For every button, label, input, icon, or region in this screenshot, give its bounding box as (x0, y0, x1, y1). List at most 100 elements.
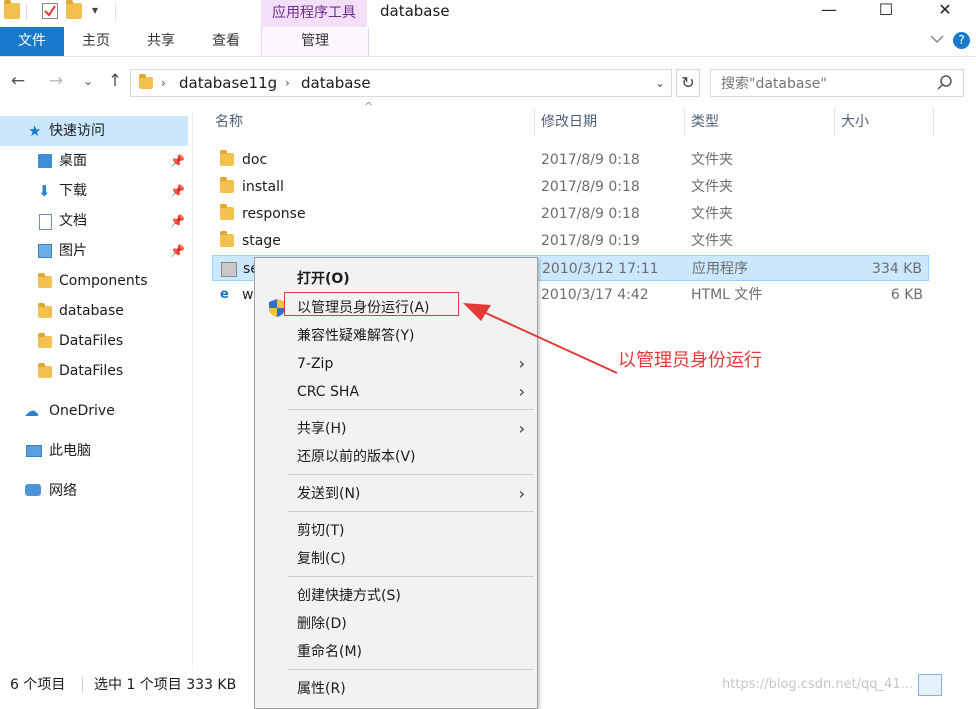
minimize-button[interactable]: — (806, 0, 852, 22)
file-row[interactable]: doc 2017/8/9 0:18 文件夹 (212, 147, 929, 173)
file-type: 文件夹 (691, 233, 733, 249)
pin-icon[interactable]: 📌 (170, 176, 185, 206)
search-box[interactable] (710, 69, 964, 97)
window-title: database (380, 2, 450, 20)
up-arrow-icon[interactable]: ↑ (103, 69, 127, 93)
nav-onedrive[interactable]: ☁ OneDrive (0, 396, 188, 426)
nav-item-database[interactable]: database (0, 296, 188, 326)
nav-item-pictures[interactable]: 图片 📌 (0, 236, 188, 266)
pictures-icon (38, 244, 52, 258)
file-row[interactable]: stage 2017/8/9 0:19 文件夹 (212, 228, 929, 254)
nav-item-datafiles-2[interactable]: DataFiles (0, 356, 188, 386)
address-dropdown-chevron-icon[interactable]: ⌄ (655, 70, 665, 96)
column-divider[interactable] (834, 108, 835, 136)
breadcrumb-database[interactable]: database (301, 70, 371, 96)
recent-locations-chevron-icon[interactable]: ⌄ (76, 69, 100, 93)
nav-item-desktop[interactable]: 桌面 📌 (0, 146, 188, 176)
customize-quick-access-icon[interactable]: ▾ (92, 3, 98, 17)
submenu-arrow-icon: › (518, 419, 525, 438)
divider (26, 3, 27, 21)
column-header-date[interactable]: 修改日期 (541, 108, 597, 136)
search-icon[interactable] (937, 74, 953, 94)
annotation-arrow-icon (463, 303, 618, 374)
menu-item-open[interactable]: 打开(O) (255, 265, 537, 293)
breadcrumb-separator-icon[interactable]: › (285, 70, 290, 96)
menu-label: 剪切(T) (297, 523, 345, 539)
column-divider[interactable] (534, 108, 535, 136)
desktop-icon (38, 154, 52, 168)
nav-label: 图片 (59, 243, 87, 259)
menu-label: 删除(D) (297, 616, 347, 632)
folder-icon (38, 303, 52, 318)
new-folder-icon[interactable] (66, 0, 82, 19)
tab-share[interactable]: 共享 (131, 27, 191, 56)
menu-item-copy[interactable]: 复制(C) (255, 545, 537, 573)
file-row[interactable]: install 2017/8/9 0:18 文件夹 (212, 174, 929, 200)
tab-view[interactable]: 查看 (196, 27, 256, 56)
pin-icon[interactable]: 📌 (170, 206, 185, 236)
back-arrow-icon[interactable]: ← (6, 69, 30, 93)
title-bar: ▾ 应用程序工具 database — ☐ ✕ (0, 0, 976, 27)
column-divider[interactable] (684, 108, 685, 136)
menu-label: 复制(C) (297, 551, 346, 567)
installer-icon (221, 262, 237, 277)
nav-label: 文档 (59, 213, 87, 229)
file-type: 应用程序 (692, 261, 748, 277)
menu-item-send-to[interactable]: 发送到(N) › (255, 480, 537, 508)
column-header-name[interactable]: 名称 (215, 108, 243, 136)
contextual-tab-group: 应用程序工具 (261, 0, 367, 27)
large-icons-view-icon[interactable] (946, 674, 968, 694)
pin-icon[interactable]: 📌 (170, 146, 185, 176)
maximize-button[interactable]: ☐ (863, 0, 909, 22)
column-header-type[interactable]: 类型 (691, 108, 719, 136)
refresh-icon[interactable]: ↻ (676, 69, 700, 97)
folder-icon (220, 231, 234, 247)
file-date: 2010/3/12 17:11 (542, 261, 659, 277)
tab-file[interactable]: 文件 (0, 27, 64, 56)
tab-home[interactable]: 主页 (66, 27, 126, 56)
menu-item-delete[interactable]: 删除(D) (255, 610, 537, 638)
menu-item-create-shortcut[interactable]: 创建快捷方式(S) (255, 582, 537, 610)
nav-this-pc[interactable]: 此电脑 (0, 436, 188, 466)
forward-arrow-icon[interactable]: → (44, 69, 68, 93)
computer-icon (26, 445, 42, 457)
nav-label: 下载 (59, 183, 87, 199)
menu-item-restore-previous[interactable]: 还原以前的版本(V) (255, 443, 537, 471)
annotation-text: 以管理员身份运行 (618, 350, 762, 371)
search-input[interactable] (719, 73, 933, 95)
folder-icon (38, 273, 52, 288)
pin-icon[interactable]: 📌 (170, 236, 185, 266)
nav-item-documents[interactable]: 文档 📌 (0, 206, 188, 236)
properties-checkbox-icon[interactable] (42, 3, 58, 19)
menu-item-rename[interactable]: 重命名(M) (255, 638, 537, 666)
close-button[interactable]: ✕ (922, 0, 968, 22)
nav-label: DataFiles (59, 333, 124, 349)
file-date: 2017/8/9 0:18 (541, 206, 640, 222)
star-icon: ★ (28, 122, 42, 140)
tab-manage[interactable]: 管理 (261, 27, 369, 56)
menu-item-share[interactable]: 共享(H) › (255, 415, 537, 443)
submenu-arrow-icon: › (518, 382, 525, 401)
column-divider[interactable] (933, 108, 934, 136)
nav-label: Components (59, 273, 148, 289)
nav-item-datafiles[interactable]: DataFiles (0, 326, 188, 356)
file-type: HTML 文件 (691, 287, 763, 303)
breadcrumb-database11g[interactable]: database11g (179, 70, 277, 96)
chevron-down-icon[interactable] (930, 33, 944, 48)
folder-icon (220, 150, 234, 166)
help-icon[interactable]: ? (953, 32, 970, 49)
menu-label: 7-Zip (297, 356, 334, 372)
breadcrumb-separator-icon[interactable]: › (161, 70, 166, 96)
nav-quick-access[interactable]: ★ 快速访问 (0, 116, 188, 146)
nav-network[interactable]: 网络 (0, 476, 188, 506)
file-row[interactable]: response 2017/8/9 0:18 文件夹 (212, 201, 929, 227)
details-view-icon[interactable] (918, 674, 942, 696)
nav-item-downloads[interactable]: ⬇ 下载 📌 (0, 176, 188, 206)
address-bar[interactable]: › database11g › database ⌄ (130, 69, 672, 97)
menu-item-crc-sha[interactable]: CRC SHA › (255, 378, 537, 406)
menu-item-cut[interactable]: 剪切(T) (255, 517, 537, 545)
nav-item-components[interactable]: Components (0, 266, 188, 296)
column-header-size[interactable]: 大小 (841, 108, 869, 136)
folder-icon (38, 363, 52, 378)
menu-label: 创建快捷方式(S) (297, 588, 401, 604)
